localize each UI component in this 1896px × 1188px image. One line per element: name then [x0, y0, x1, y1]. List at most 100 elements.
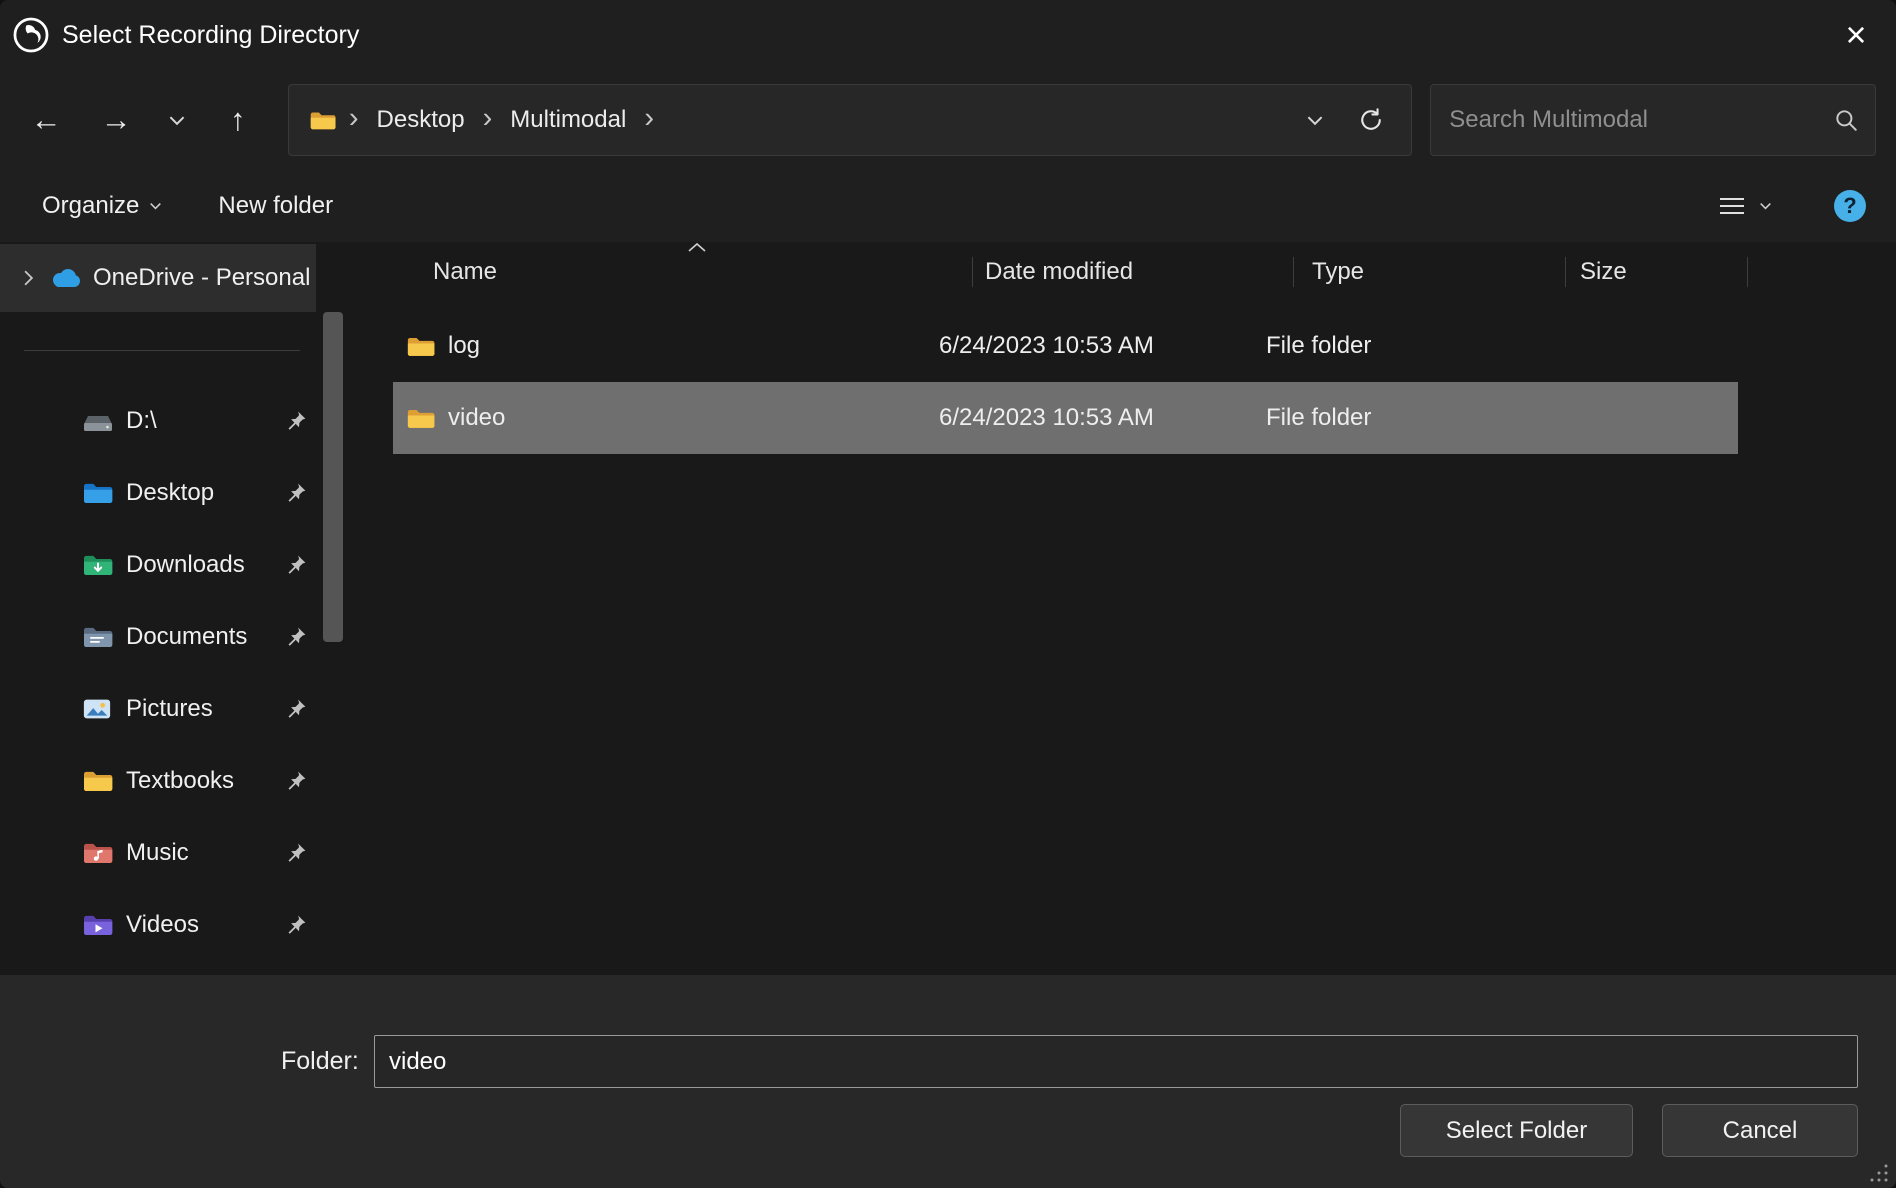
pin-icon [284, 625, 308, 649]
sidebar-item-label: Music [126, 839, 189, 867]
sidebar-item-label: Desktop [126, 479, 214, 507]
close-button[interactable]: × [1816, 0, 1896, 70]
folder-name-input[interactable] [374, 1035, 1858, 1088]
breadcrumb-chevron-icon[interactable]: › [341, 104, 367, 137]
sidebar-item-label: Documents [126, 623, 247, 651]
file-row-log[interactable]: log 6/24/2023 10:53 AM File folder [393, 310, 1738, 382]
downloads-folder-icon [82, 552, 114, 578]
column-header-row: Name Date modified Type Size [347, 242, 1896, 302]
file-list-area: Name Date modified Type Size log [347, 242, 1896, 975]
pin-icon [284, 481, 308, 505]
organize-button[interactable]: Organize [42, 192, 162, 220]
up-button[interactable]: ↑ [206, 90, 270, 150]
pin-icon [284, 769, 308, 793]
sidebar-item-videos[interactable]: Videos [0, 889, 320, 961]
onedrive-cloud-icon [49, 267, 81, 289]
pin-icon [284, 913, 308, 937]
documents-folder-icon [82, 624, 114, 650]
search-input[interactable] [1449, 106, 1833, 134]
sidebar-scrollbar[interactable] [320, 242, 347, 975]
new-folder-button[interactable]: New folder [218, 192, 333, 220]
refresh-icon [1357, 106, 1385, 134]
desktop-folder-icon [82, 480, 114, 506]
date-modified-cell: 6/24/2023 10:53 AM [939, 332, 1266, 360]
recent-locations-dropdown-button[interactable] [154, 90, 200, 150]
file-rows: log 6/24/2023 10:53 AM File folder [393, 310, 1738, 454]
window-title: Select Recording Directory [62, 21, 359, 50]
navigation-pane: OneDrive - Personal D:\ [0, 242, 320, 975]
type-cell: File folder [1266, 404, 1566, 432]
sidebar-item-label: OneDrive - Personal [93, 264, 310, 292]
folder-icon [309, 109, 337, 132]
file-name: video [448, 404, 505, 432]
sidebar-item-label: Downloads [126, 551, 245, 579]
breadcrumb-chevron-icon[interactable]: › [636, 104, 662, 137]
address-bar[interactable]: › Desktop › Multimodal › [288, 84, 1412, 156]
address-dropdown-button[interactable] [1287, 92, 1343, 148]
folder-icon [406, 334, 436, 359]
column-header-name[interactable]: Name [347, 242, 973, 302]
command-toolbar: Organize New folder ? [0, 170, 1896, 242]
sidebar-item-label: D:\ [126, 407, 157, 435]
search-icon [1833, 107, 1859, 133]
view-dropdown-button[interactable] [1759, 202, 1772, 210]
refresh-button[interactable] [1343, 92, 1399, 148]
forward-button[interactable]: → [84, 90, 148, 150]
title-bar: Select Recording Directory × [0, 0, 1896, 70]
column-header-type[interactable]: Type [1294, 242, 1566, 302]
pin-icon [284, 409, 308, 433]
music-folder-icon [82, 840, 114, 866]
pin-icon [284, 841, 308, 865]
pinned-items-list: D:\ Desktop [0, 385, 320, 961]
breadcrumb-desktop[interactable]: Desktop [367, 100, 475, 140]
file-row-video[interactable]: video 6/24/2023 10:53 AM File folder [393, 382, 1738, 454]
navigation-bar: ← → ↑ › Desktop › Multimodal › [0, 70, 1896, 170]
sidebar-item-documents[interactable]: Documents [0, 601, 320, 673]
help-button[interactable]: ? [1834, 190, 1866, 222]
folder-icon [82, 768, 114, 794]
pictures-icon [82, 696, 114, 722]
obs-logo-icon [12, 16, 50, 54]
column-header-size[interactable]: Size [1566, 242, 1748, 302]
select-recording-directory-dialog: Select Recording Directory × ← → ↑ › Des… [0, 0, 1896, 1188]
select-folder-button[interactable]: Select Folder [1400, 1104, 1633, 1157]
chevron-down-icon [1759, 202, 1772, 210]
expand-chevron-icon[interactable] [22, 269, 35, 287]
search-box [1430, 84, 1876, 156]
organize-label: Organize [42, 192, 139, 220]
sidebar-item-label: Pictures [126, 695, 213, 723]
cancel-button[interactable]: Cancel [1662, 1104, 1858, 1157]
sidebar-item-label: Textbooks [126, 767, 234, 795]
new-folder-label: New folder [218, 192, 333, 220]
pin-icon [284, 553, 308, 577]
dialog-body: OneDrive - Personal D:\ [0, 242, 1896, 975]
sidebar-item-desktop[interactable]: Desktop [0, 457, 320, 529]
sidebar-item-onedrive[interactable]: OneDrive - Personal [0, 244, 316, 312]
name-cell: log [393, 332, 939, 360]
name-cell: video [393, 404, 939, 432]
date-modified-cell: 6/24/2023 10:53 AM [939, 404, 1266, 432]
chevron-down-icon [1306, 115, 1324, 126]
sidebar-item-pictures[interactable]: Pictures [0, 673, 320, 745]
view-options-group [1717, 193, 1772, 219]
scrollbar-thumb[interactable] [323, 312, 343, 642]
file-name: log [448, 332, 480, 360]
breadcrumb-chevron-icon[interactable]: › [475, 104, 501, 137]
breadcrumb-multimodal[interactable]: Multimodal [500, 100, 636, 140]
sidebar-item-downloads[interactable]: Downloads [0, 529, 320, 601]
sidebar-divider [24, 350, 300, 351]
sidebar-item-textbooks[interactable]: Textbooks [0, 745, 320, 817]
sidebar-item-d-drive[interactable]: D:\ [0, 385, 320, 457]
resize-grip[interactable] [1868, 1162, 1890, 1184]
dialog-footer: Folder: Select Folder Cancel [0, 975, 1896, 1188]
drive-icon [82, 408, 114, 434]
videos-folder-icon [82, 912, 114, 938]
back-button[interactable]: ← [14, 90, 78, 150]
chevron-down-icon [149, 202, 162, 210]
sidebar-item-music[interactable]: Music [0, 817, 320, 889]
folder-field-label: Folder: [281, 1047, 359, 1076]
column-header-date-modified[interactable]: Date modified [973, 242, 1294, 302]
sidebar-item-label: Videos [126, 911, 199, 939]
change-view-button[interactable] [1717, 193, 1747, 219]
folder-icon [406, 406, 436, 431]
